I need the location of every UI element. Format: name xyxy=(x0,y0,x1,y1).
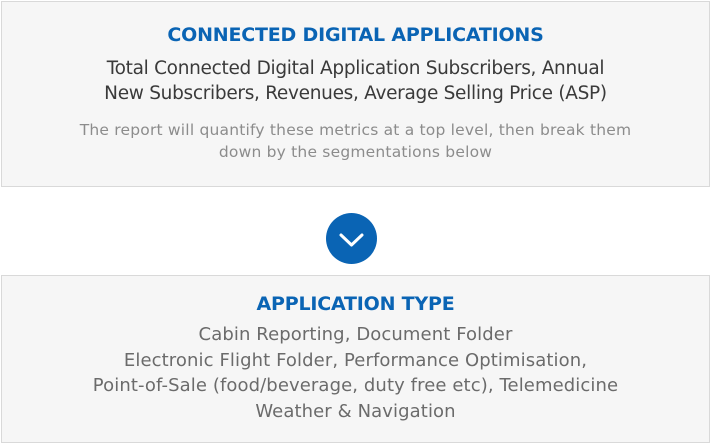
metrics-heading: CONNECTED DIGITAL APPLICATIONS xyxy=(167,24,544,46)
application-type-line: Point-of-Sale (food/beverage, duty free … xyxy=(92,375,619,396)
application-type-line: Cabin Reporting, Document Folder xyxy=(198,324,513,345)
application-type-list: Cabin Reporting, Document Folder Electro… xyxy=(2,322,709,424)
application-type-line: Electronic Flight Folder, Performance Op… xyxy=(123,349,588,371)
chevron-down-glyph xyxy=(339,233,364,247)
metrics-subtitle-line: New Subscribers, Revenues, Average Selli… xyxy=(104,83,607,104)
metrics-note: The report will quantify these metrics a… xyxy=(2,119,709,163)
metrics-subtitle-line: Total Connected Digital Application Subs… xyxy=(106,58,605,79)
metrics-note-line: The report will quantify these metrics a… xyxy=(79,121,632,139)
metrics-box: CONNECTED DIGITAL APPLICATIONS Total Con… xyxy=(1,1,710,187)
metrics-subtitle: Total Connected Digital Application Subs… xyxy=(2,56,709,106)
application-type-heading: APPLICATION TYPE xyxy=(256,293,455,315)
application-type-box: APPLICATION TYPE Cabin Reporting, Docume… xyxy=(1,275,710,443)
application-type-line: Weather & Navigation xyxy=(255,400,456,422)
chevron-down-icon xyxy=(326,213,377,264)
metrics-note-line: down by the segmentations below xyxy=(218,143,493,161)
